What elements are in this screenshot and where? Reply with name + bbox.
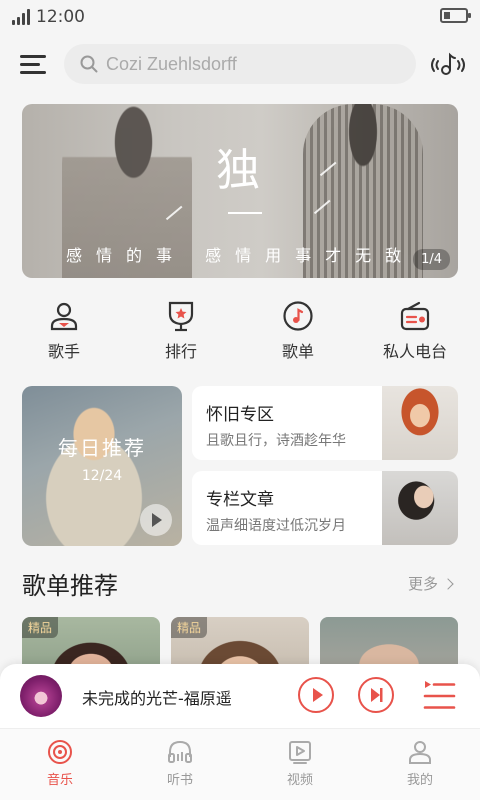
banner-divider [228,212,262,214]
mini-player: 未完成的光芒-福原遥 [0,664,480,728]
banner-carousel[interactable]: 独 感情的事 感情用事才无敌 1/4 [22,104,458,278]
card-title: 怀旧专区 [206,405,274,425]
tab-bar: 音乐 听书 视频 我的 [0,728,480,800]
next-icon [371,688,383,702]
more-label: 更多 [407,575,438,593]
banner-page-indicator: 1/4 [413,249,450,270]
playlist-tag: 精品 [171,617,208,638]
playlist-queue-icon[interactable] [422,678,456,714]
next-button[interactable] [358,677,394,713]
quick-nav-label: 排行 [164,342,197,361]
tab-audiobook[interactable]: 听书 [140,739,220,788]
card-thumbnail [382,471,458,545]
user-icon [409,741,431,764]
status-bar: 12:00 [0,0,480,34]
tab-video[interactable]: 视频 [260,739,340,788]
video-icon [289,741,311,764]
section-title: 歌单推荐 [22,572,118,600]
battery-icon [440,8,471,23]
search-placeholder: Cozi Zuehlsdorff [106,53,237,74]
column-article-card[interactable]: 专栏文章 温声细语度过低沉岁月 [192,471,458,545]
header: Cozi Zuehlsdorff [0,44,480,86]
playlist-icon [283,301,313,331]
quick-nav-label: 私人电台 [382,342,447,361]
status-time: 12:00 [36,7,85,27]
daily-recommend-card[interactable]: 每日推荐 12/24 [22,386,182,546]
tab-label: 听书 [166,773,193,788]
signal-icon [12,9,30,25]
quick-nav-singer[interactable]: 歌手 [19,300,109,362]
tab-profile[interactable]: 我的 [380,739,460,788]
card-subtitle: 温声细语度过低沉岁月 [206,518,346,534]
nostalgia-card[interactable]: 怀旧专区 且歌且行，诗酒趁年华 [192,386,458,460]
banner-title: 独 [216,145,260,196]
tab-label: 我的 [406,773,433,788]
tab-music[interactable]: 音乐 [20,739,100,788]
music-disc-icon [48,740,72,764]
card-thumbnail [382,386,458,460]
search-icon [80,55,98,73]
quick-nav-label: 歌单 [281,342,314,361]
radio-icon [400,301,430,331]
card-title: 专栏文章 [206,490,274,510]
playlist-tag: 精品 [22,617,59,638]
album-cover[interactable] [20,675,62,717]
singer-icon [50,302,78,331]
quick-nav-label: 歌手 [47,342,80,361]
menu-icon[interactable] [20,53,46,77]
music-recognition-icon[interactable] [428,50,468,80]
quick-nav-radio[interactable]: 私人电台 [370,300,460,362]
play-button[interactable] [298,677,334,713]
quick-nav-ranking[interactable]: 排行 [136,300,226,362]
tab-label: 音乐 [46,773,73,788]
play-icon[interactable] [140,504,172,536]
chevron-right-icon [442,577,454,590]
tab-label: 视频 [286,773,313,788]
quick-nav-playlist[interactable]: 歌单 [253,300,343,362]
banner-subtitle: 感情的事 感情用事才无敌 [66,246,416,265]
headphones-icon [168,740,192,763]
search-input[interactable]: Cozi Zuehlsdorff [64,44,416,84]
now-playing-title: 未完成的光芒-福原遥 [82,689,232,708]
daily-title: 每日推荐 [58,436,146,460]
more-link[interactable]: 更多 [407,573,454,594]
card-subtitle: 且歌且行，诗酒趁年华 [206,433,346,449]
quick-nav: 歌手 排行 歌单 私人电台 [0,300,480,370]
daily-date: 12/24 [81,468,123,484]
play-icon [313,688,323,702]
ranking-icon [168,301,194,332]
